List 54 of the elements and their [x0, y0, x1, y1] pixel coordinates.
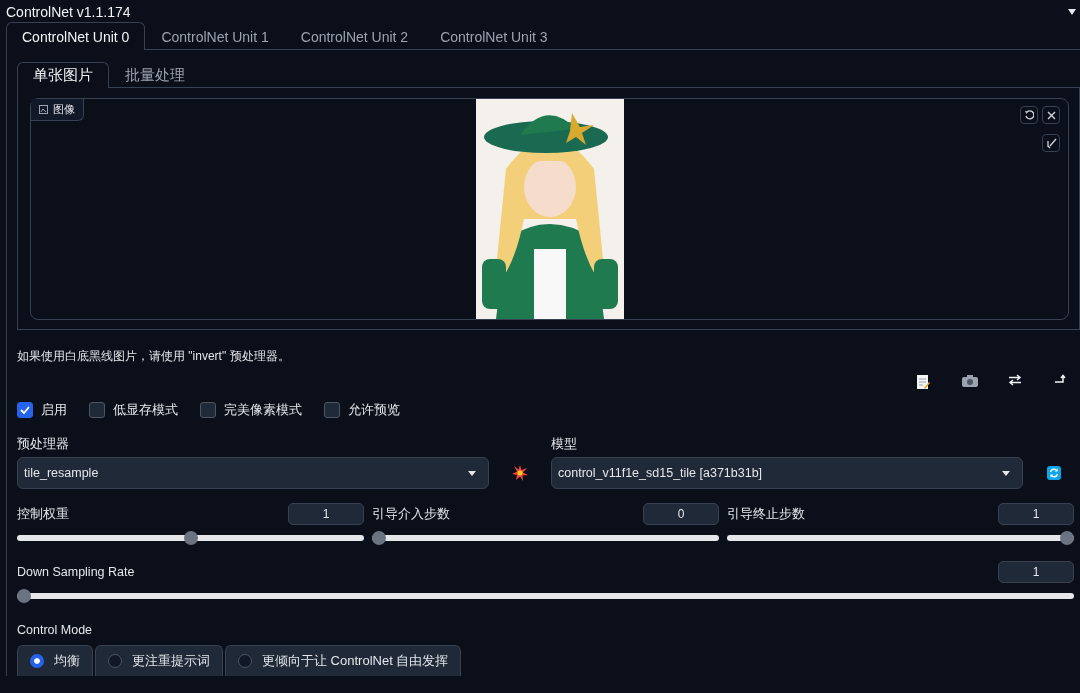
- number-field[interactable]: 1: [288, 503, 364, 525]
- radio-option[interactable]: 更倾向于让 ControlNet 自由发挥: [225, 645, 462, 676]
- model-dropdown[interactable]: control_v11f1e_sd15_tile [a371b31b]: [551, 457, 1023, 489]
- image-dropzone[interactable]: 图像: [30, 98, 1069, 320]
- slider-label: 控制权重: [17, 505, 69, 523]
- undo-button[interactable]: [1020, 106, 1038, 124]
- checkbox[interactable]: [324, 402, 340, 418]
- checkbox[interactable]: [200, 402, 216, 418]
- slider-label: 引导介入步数: [372, 505, 450, 523]
- caret-icon: [468, 470, 476, 476]
- radio-circle[interactable]: [238, 654, 252, 668]
- checkbox-label: 完美像素模式: [224, 401, 302, 419]
- unit-tab[interactable]: ControlNet Unit 3: [424, 22, 564, 50]
- brush-icon: [1045, 137, 1057, 149]
- image-tab[interactable]: 单张图片: [17, 62, 109, 88]
- unit-tab[interactable]: ControlNet Unit 2: [284, 22, 425, 50]
- slider-thumb[interactable]: [1060, 531, 1074, 545]
- checkbox-label: 启用: [41, 401, 67, 419]
- hint-text: 如果使用白底黑线图片，请使用 "invert" 预处理器。: [17, 348, 290, 365]
- unit-tab[interactable]: ControlNet Unit 0: [6, 22, 146, 50]
- number-field[interactable]: 0: [643, 503, 719, 525]
- checkbox[interactable]: [17, 402, 33, 418]
- checkbox-label: 低显存模式: [113, 401, 178, 419]
- radio-circle[interactable]: [108, 654, 122, 668]
- slider-thumb[interactable]: [17, 589, 31, 603]
- radio-option[interactable]: 更注重提示词: [95, 645, 223, 676]
- number-field[interactable]: 1: [998, 561, 1074, 583]
- slider-thumb[interactable]: [372, 531, 386, 545]
- check-icon: [20, 406, 30, 414]
- field-label: 模型: [551, 436, 578, 453]
- caret-icon: [1002, 470, 1010, 476]
- panel-title: ControlNet v1.1.174: [6, 4, 131, 20]
- preprocessor-dropdown[interactable]: tile_resample: [17, 457, 489, 489]
- image-label: 图像: [31, 99, 84, 121]
- collapse-icon[interactable]: [1068, 9, 1076, 15]
- checkbox[interactable]: [89, 402, 105, 418]
- number-field[interactable]: 1: [998, 503, 1074, 525]
- radio-option[interactable]: 均衡: [17, 645, 93, 676]
- image-icon: [39, 105, 48, 114]
- radio-circle[interactable]: [30, 654, 44, 668]
- close-button[interactable]: [1042, 106, 1060, 124]
- brush-button[interactable]: [1042, 134, 1060, 152]
- section-label: Control Mode: [17, 623, 94, 637]
- unit-tab[interactable]: ControlNet Unit 1: [145, 22, 285, 50]
- checkbox-label: 允许预览: [348, 401, 400, 419]
- slider-thumb[interactable]: [183, 531, 198, 545]
- image-tab[interactable]: 批量处理: [109, 62, 201, 88]
- slider-label: 引导终止步数: [727, 505, 805, 523]
- close-icon: [1046, 110, 1056, 120]
- field-label: 预处理器: [17, 436, 70, 453]
- undo-icon: [1024, 110, 1034, 120]
- camera-icon[interactable]: [962, 374, 980, 390]
- slider-label: Down Sampling Rate: [17, 565, 135, 579]
- explosion-icon[interactable]: [512, 465, 528, 481]
